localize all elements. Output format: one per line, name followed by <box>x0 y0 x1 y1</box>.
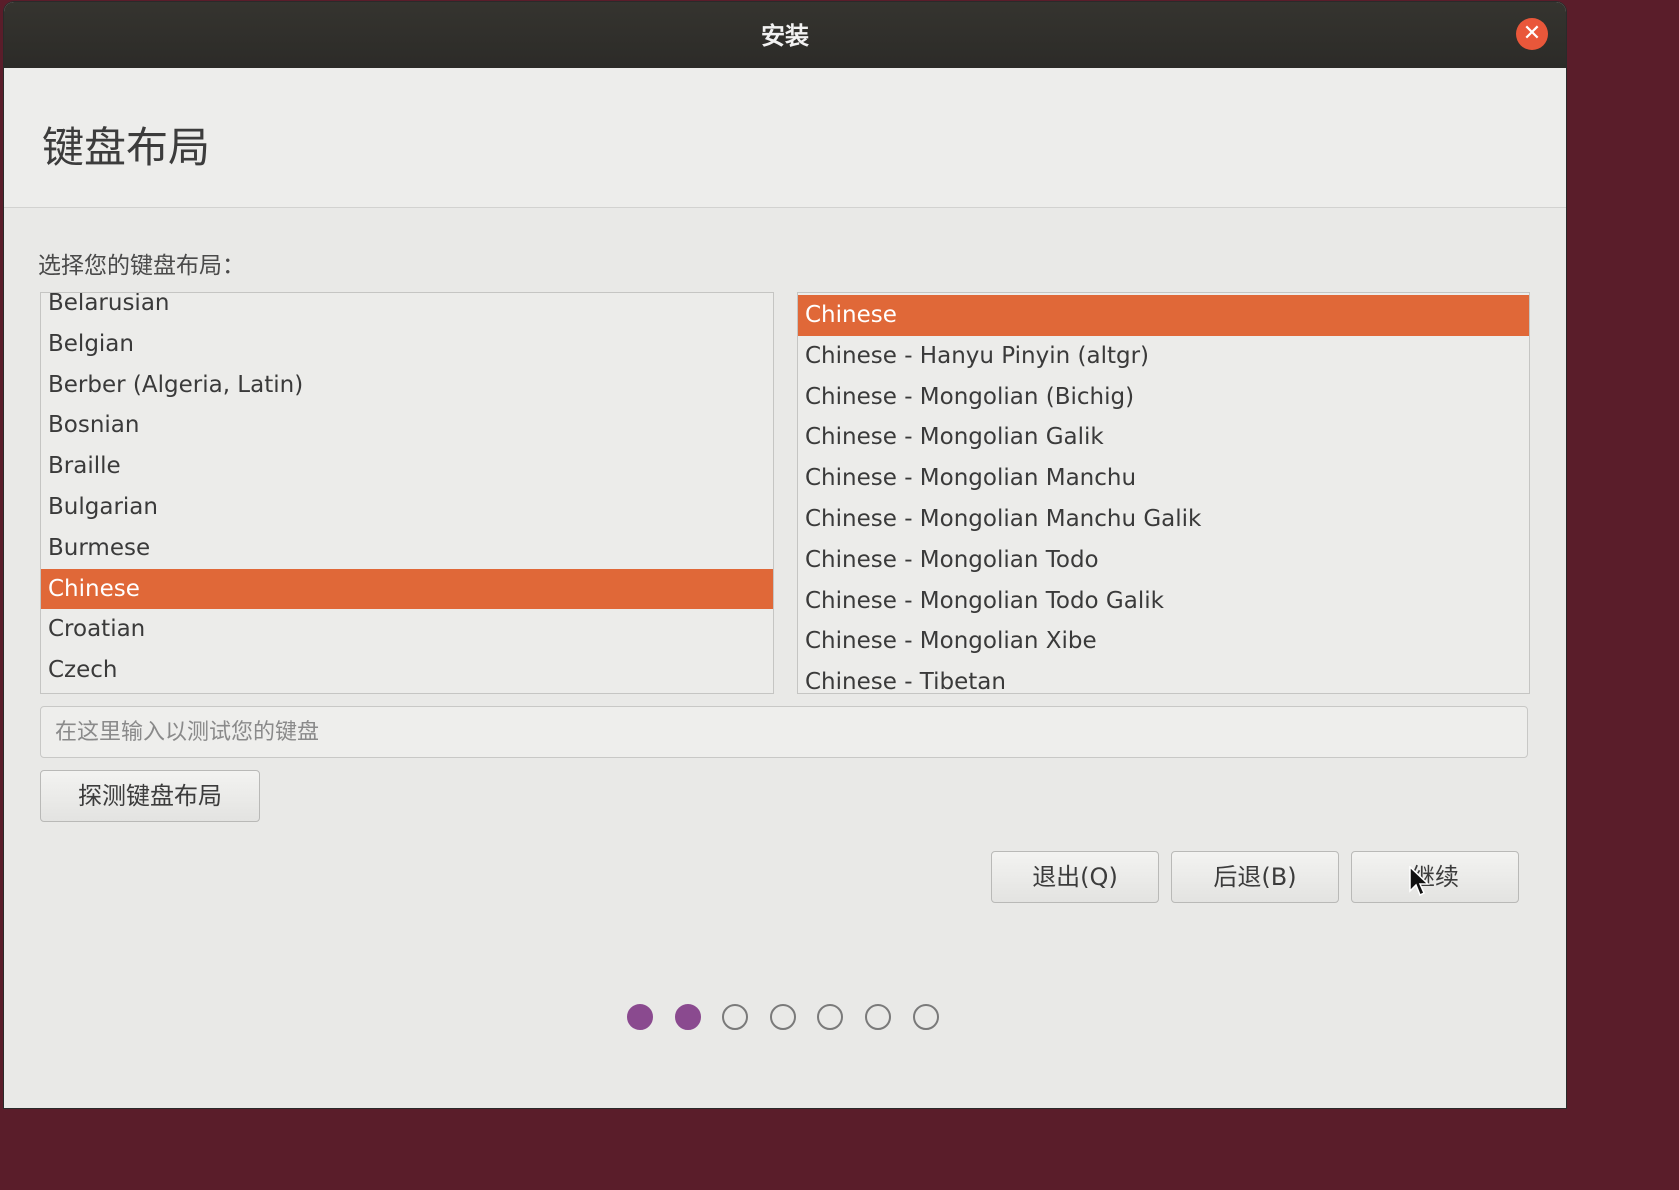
detect-layout-button[interactable]: 探测键盘布局 <box>40 770 260 822</box>
layout-list-item[interactable]: Belarusian <box>41 293 773 324</box>
progress-dot <box>627 1004 653 1030</box>
variant-list-item[interactable]: Chinese - Hanyu Pinyin (altgr) <box>798 336 1529 377</box>
variant-list-item[interactable]: Chinese - Mongolian (Bichig) <box>798 377 1529 418</box>
keyboard-layout-list[interactable]: Belarusian Belgian Berber (Algeria, Latin)… <box>40 292 774 694</box>
close-button[interactable]: ✕ <box>1516 18 1548 50</box>
window-title: 安装 <box>761 22 809 50</box>
quit-button[interactable]: 退出(Q) <box>991 851 1159 903</box>
variant-list-item[interactable]: Chinese - Mongolian Todo Galik <box>798 581 1529 622</box>
layout-list-item[interactable]: Croatian <box>41 609 773 650</box>
variant-list-item[interactable]: Chinese - Mongolian Xibe <box>798 621 1529 662</box>
page-title: 键盘布局 <box>42 123 211 172</box>
mouse-pointer-icon <box>1409 866 1430 897</box>
layout-list-item[interactable]: Czech <box>41 650 773 691</box>
variant-list-item[interactable]: Chinese - Tibetan <box>798 662 1529 693</box>
variant-list-item[interactable]: Chinese <box>798 295 1529 336</box>
page-header: 键盘布局 <box>4 68 1566 208</box>
variant-list-item[interactable]: Chinese - Mongolian Galik <box>798 417 1529 458</box>
installer-window: 安装 ✕ 键盘布局 选择您的键盘布局： Belarusian Belgian Ber… <box>4 2 1566 1108</box>
progress-dot <box>817 1004 844 1030</box>
layout-prompt: 选择您的键盘布局： <box>38 253 245 279</box>
variant-list-item[interactable]: Chinese - Mongolian Todo <box>798 540 1529 581</box>
progress-dot <box>769 1004 796 1030</box>
layout-list-item[interactable]: Belgian <box>41 324 773 365</box>
layout-list-item[interactable]: Burmese <box>41 528 773 569</box>
back-button[interactable]: 后退(B) <box>1171 851 1339 903</box>
keyboard-variant-list[interactable]: Chinese Chinese - Hanyu Pinyin (altgr) Chi… <box>797 292 1530 694</box>
keyboard-test-input[interactable] <box>40 706 1528 758</box>
layout-list-item[interactable]: Bulgarian <box>41 487 773 528</box>
progress-dot <box>912 1004 939 1030</box>
layout-list-item[interactable]: Braille <box>41 446 773 487</box>
variant-list-item[interactable]: Chinese - Mongolian Manchu Galik <box>798 499 1529 540</box>
progress-dot <box>674 1004 701 1030</box>
variant-list-item[interactable]: Chinese - Mongolian Manchu <box>798 458 1529 499</box>
layout-list-item[interactable]: Bosnian <box>41 405 773 446</box>
close-icon: ✕ <box>1522 21 1542 46</box>
progress-dot <box>722 1004 749 1030</box>
title-bar: 安装 ✕ <box>4 2 1566 68</box>
continue-button[interactable]: 继续 <box>1351 851 1519 903</box>
layout-list-item[interactable]: Chinese <box>41 568 773 610</box>
layout-list-item[interactable]: Berber (Algeria, Latin) <box>41 365 773 406</box>
progress-dot <box>865 1004 891 1030</box>
